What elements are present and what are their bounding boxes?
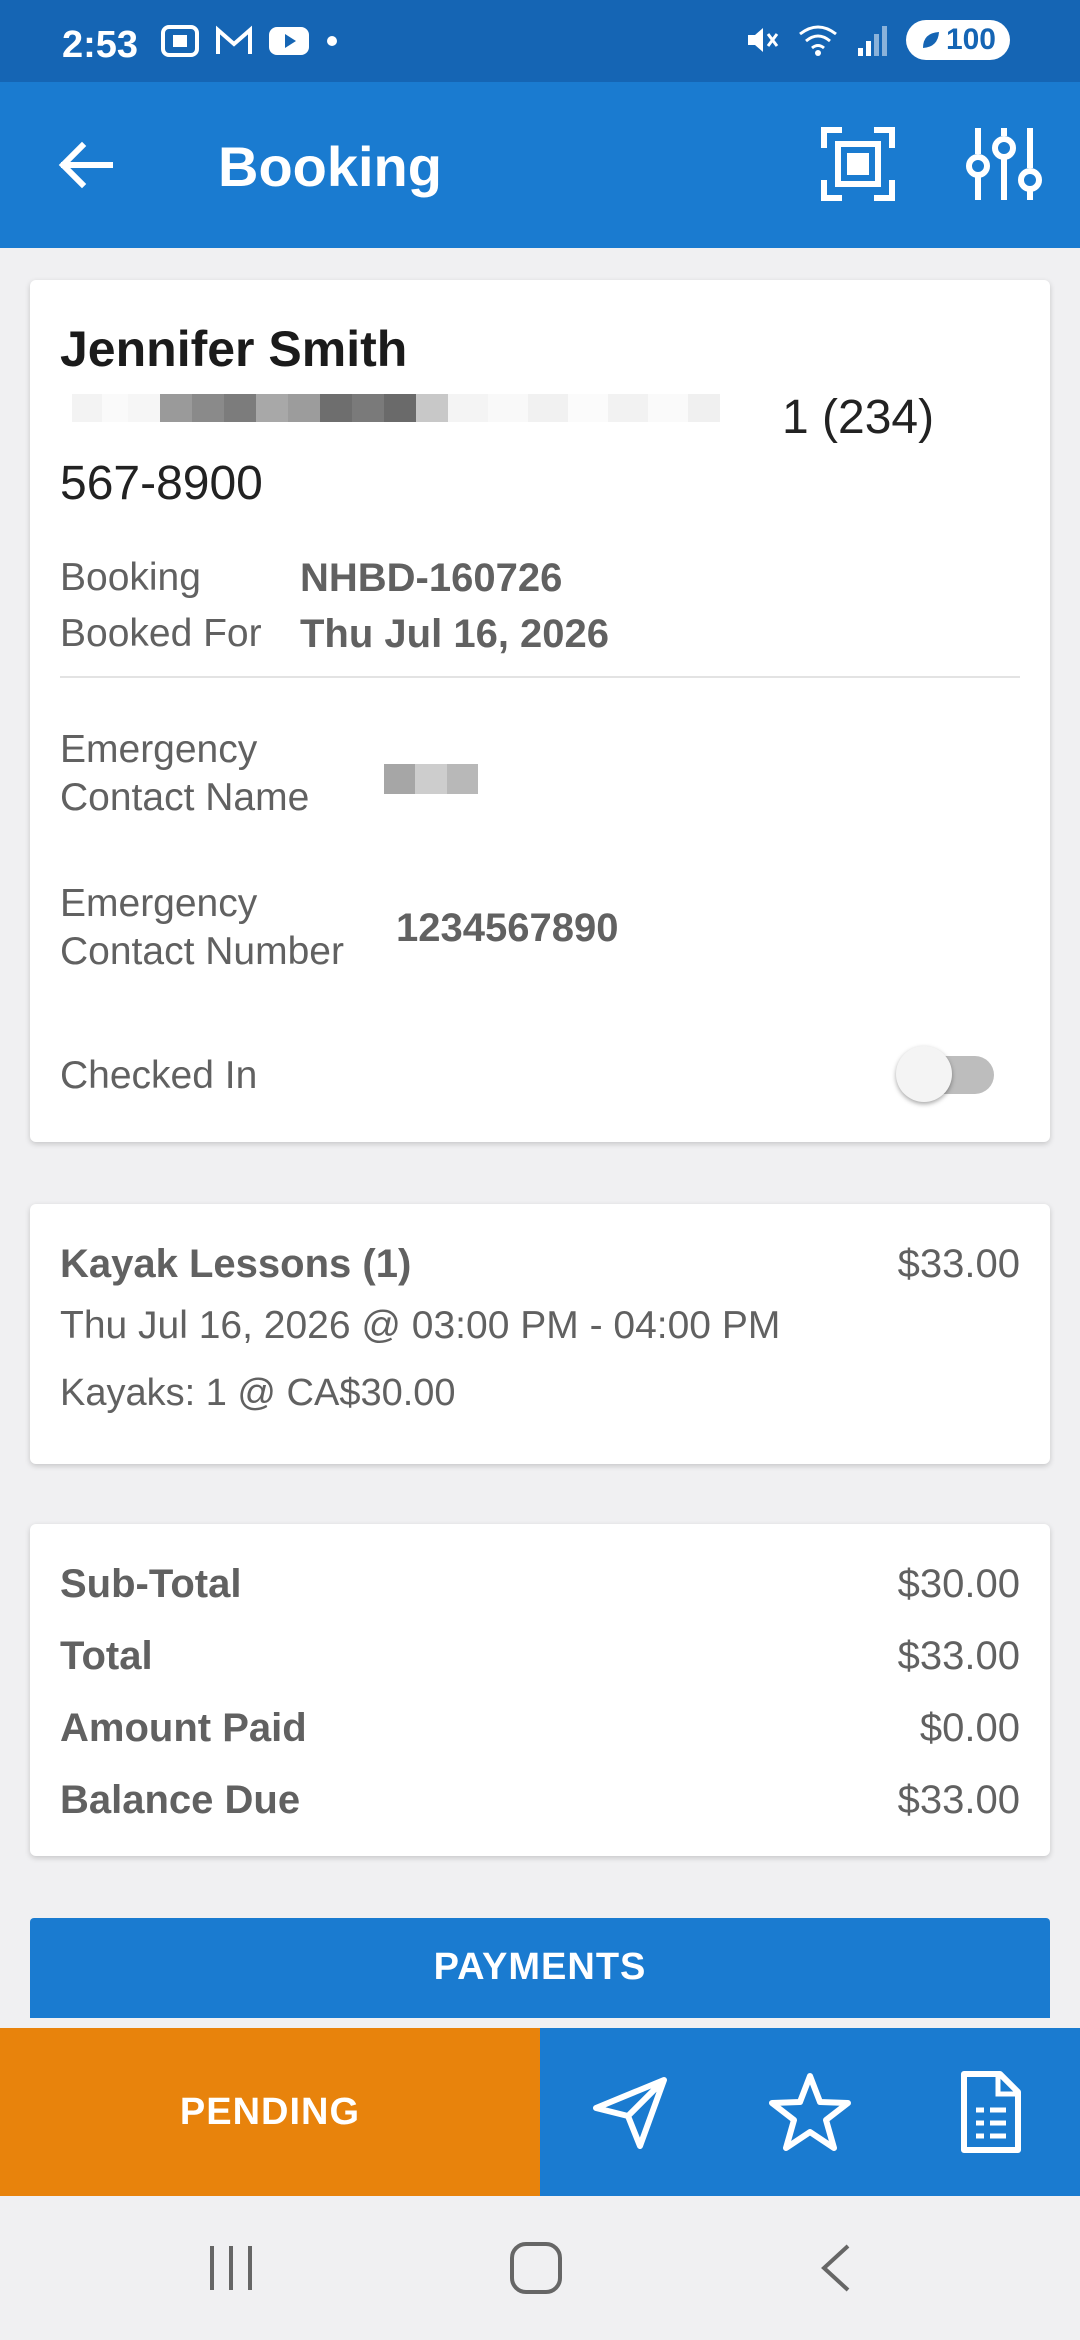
redacted-email (72, 390, 720, 426)
youtube-icon (269, 27, 309, 55)
home-icon[interactable] (508, 2240, 564, 2296)
battery-saver-icon (922, 32, 939, 48)
signal-icon (857, 26, 887, 56)
back-nav-icon[interactable] (816, 2242, 856, 2294)
amount-paid-value: $0.00 (919, 1706, 1020, 1750)
toggle-thumb (896, 1046, 952, 1102)
line-item-title: Kayak Lessons (1) (60, 1242, 412, 1286)
battery-level: 100 (945, 23, 996, 56)
totals-card: Sub-Total $30.00 Total $33.00 Amount Pai… (30, 1524, 1050, 1856)
line-item-datetime: Thu Jul 16, 2026 @ 03:00 PM - 04:00 PM (60, 1304, 781, 1347)
booked-for-value: Thu Jul 16, 2026 (300, 612, 610, 656)
booking-details-card: Jennifer Smith 1 (234) 567-8900 Booking … (30, 280, 1050, 1142)
checked-in-toggle[interactable] (890, 1046, 1016, 1102)
battery-indicator: 100 (905, 20, 1010, 60)
subtotal-label: Sub-Total (60, 1562, 242, 1606)
line-item-quantity: Kayaks: 1 @ CA$30.00 (60, 1372, 456, 1414)
screenshot-icon (161, 25, 199, 57)
customer-phone-line2[interactable]: 567-8900 (60, 456, 263, 511)
redacted-contact-name (384, 764, 478, 794)
star-icon[interactable] (768, 2070, 852, 2154)
line-item-card[interactable]: Kayak Lessons (1) $33.00 Thu Jul 16, 202… (30, 1204, 1050, 1464)
bottom-action-bar: PENDING (0, 2028, 1080, 2196)
system-nav-bar (0, 2196, 1080, 2340)
emergency-contact-number-label: Emergency Contact Number (60, 882, 344, 973)
status-time: 2:53 (62, 24, 139, 66)
status-pending-button[interactable]: PENDING (0, 2028, 540, 2196)
checked-in-label: Checked In (60, 1054, 258, 1097)
booked-for-label: Booked For (60, 612, 262, 655)
arrow-left-icon[interactable] (52, 132, 118, 198)
payments-button[interactable]: PAYMENTS (30, 1918, 1050, 2018)
document-icon[interactable] (948, 2070, 1032, 2154)
send-icon[interactable] (588, 2070, 672, 2154)
emergency-contact-number-value: 1234567890 (396, 906, 619, 950)
booking-number-value: NHBD-160726 (300, 556, 563, 600)
balance-due-label: Balance Due (60, 1778, 301, 1822)
page-title: Booking (218, 135, 442, 198)
line-item-price: $33.00 (897, 1242, 1020, 1286)
app-bar: Booking (0, 82, 1080, 248)
subtotal-value: $30.00 (897, 1562, 1020, 1606)
amount-paid-label: Amount Paid (60, 1706, 307, 1750)
gmail-icon (216, 25, 252, 54)
scan-frame-icon[interactable] (818, 124, 898, 204)
status-bar: 2:53 100 (0, 0, 1080, 82)
mute-icon (747, 28, 779, 52)
divider (60, 676, 1020, 678)
customer-name: Jennifer Smith (60, 321, 408, 377)
balance-due-value: $33.00 (897, 1778, 1020, 1822)
dot-icon (327, 36, 337, 46)
total-value: $33.00 (897, 1634, 1020, 1678)
notification-icons (160, 24, 340, 58)
booking-number-label: Booking (60, 556, 201, 599)
system-icons: 100 (744, 20, 1010, 60)
wifi-icon (799, 25, 837, 56)
sliders-icon[interactable] (964, 124, 1044, 204)
recent-apps-icon[interactable] (206, 2242, 256, 2294)
total-label: Total (60, 1634, 153, 1678)
customer-phone[interactable]: 1 (234) (782, 390, 934, 445)
emergency-contact-name-label: Emergency Contact Name (60, 728, 310, 819)
